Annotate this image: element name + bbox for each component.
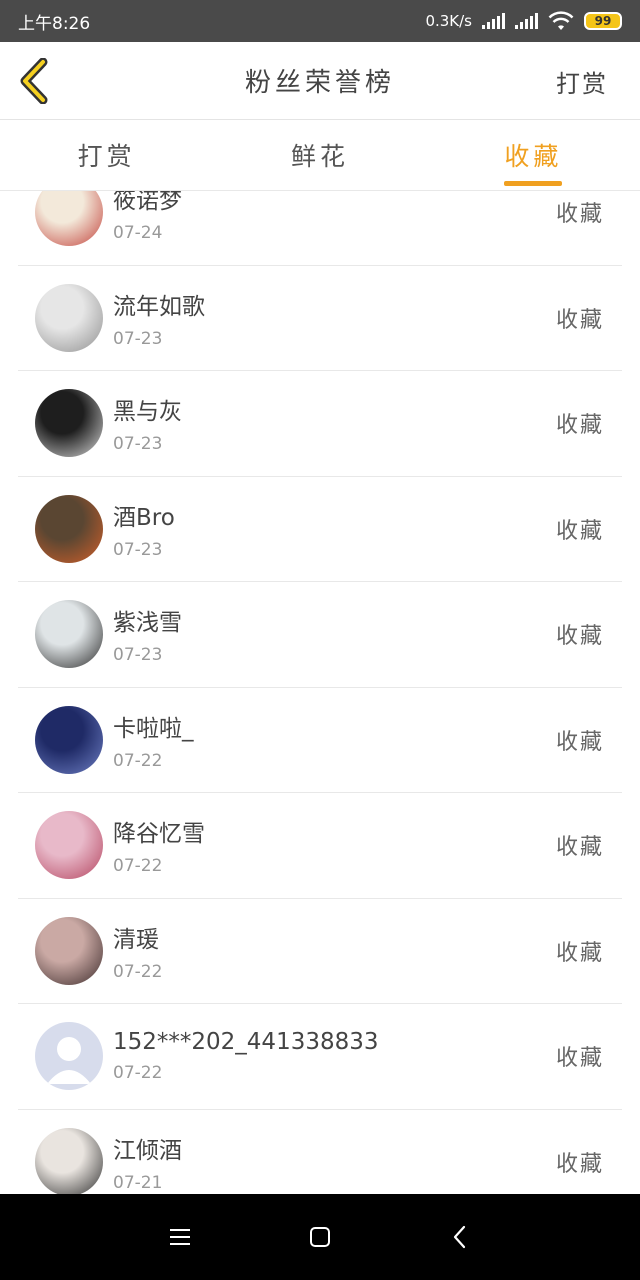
avatar[interactable] (35, 283, 103, 352)
tab-reward[interactable]: 打赏 (0, 120, 213, 190)
user-info: 降谷忆雪 07-22 (113, 814, 556, 876)
date: 07-22 (113, 856, 163, 877)
user-name: 清瑗 (113, 926, 159, 953)
status-time: 上午8:26 (18, 13, 91, 34)
app-header: 粉丝荣誉榜 打赏 (0, 42, 640, 120)
home-square-icon (310, 1227, 330, 1247)
reward-button[interactable]: 打赏 (556, 64, 608, 99)
list-item[interactable]: 紫浅雪 07-23 收藏 (18, 582, 622, 688)
back-arrow-icon (453, 1225, 466, 1249)
user-info: 酒Bro 07-23 (113, 498, 556, 560)
user-name: 152***202_441338833 (113, 1029, 379, 1056)
avatar[interactable] (35, 705, 103, 774)
list-item[interactable]: 江倾酒 07-21 收藏 (18, 1110, 622, 1194)
list-item[interactable]: 流年如歌 07-23 收藏 (18, 266, 622, 371)
list-item[interactable]: 降谷忆雪 07-22 收藏 (18, 793, 622, 899)
user-name: 降谷忆雪 (113, 821, 205, 848)
date: 07-22 (113, 750, 163, 771)
avatar[interactable] (35, 916, 103, 985)
system-nav-bar (0, 1194, 640, 1280)
avatar[interactable] (35, 811, 103, 880)
wifi-icon (548, 11, 574, 30)
list-item[interactable]: 酒Bro 07-23 收藏 (18, 477, 622, 582)
signal-icon-2 (515, 13, 538, 29)
user-info: 卡啦啦_ 07-22 (113, 709, 556, 771)
back-button[interactable] (14, 56, 54, 106)
user-info: 流年如歌 07-23 (113, 287, 556, 349)
tab-flowers[interactable]: 鲜花 (213, 120, 426, 190)
favorite-label: 收藏 (555, 1151, 604, 1177)
battery-icon: 99 (584, 12, 622, 30)
list-item[interactable]: 黑与灰 07-23 收藏 (18, 371, 622, 477)
favorite-label: 收藏 (555, 518, 604, 544)
favorite-label: 收藏 (555, 940, 604, 966)
avatar[interactable] (35, 494, 103, 563)
date: 07-23 (113, 434, 163, 455)
list-item[interactable]: 清瑗 07-22 收藏 (18, 899, 622, 1004)
user-name: 筱诺梦 (113, 191, 182, 215)
signal-icon (482, 13, 505, 29)
list-item[interactable]: 152***202_441338833 07-22 收藏 (18, 1004, 622, 1110)
date: 07-23 (113, 645, 163, 666)
date: 07-22 (113, 961, 163, 982)
user-name: 黑与灰 (113, 399, 182, 426)
user-info: 江倾酒 07-21 (113, 1131, 556, 1193)
date: 07-23 (113, 539, 163, 560)
network-speed: 0.3K/s (425, 12, 472, 30)
user-name: 紫浅雪 (113, 610, 182, 637)
list-item[interactable]: 卡啦啦_ 07-22 收藏 (18, 688, 622, 793)
user-name: 流年如歌 (113, 293, 205, 320)
avatar[interactable] (35, 1022, 103, 1091)
user-info: 清瑗 07-22 (113, 920, 556, 982)
fan-list[interactable]: 筱诺梦 07-24 收藏 流年如歌 07-23 收藏 黑与灰 07-23 收藏 酒Bro 07-23… (0, 191, 640, 1194)
user-name: 酒Bro (113, 504, 175, 531)
date: 07-22 (113, 1063, 163, 1084)
favorite-label: 收藏 (555, 835, 604, 861)
favorite-label: 收藏 (555, 624, 604, 650)
user-info: 152***202_441338833 07-22 (113, 1029, 556, 1083)
avatar[interactable] (35, 600, 103, 669)
list-item[interactable]: 筱诺梦 07-24 收藏 (18, 191, 622, 266)
user-name: 卡啦啦_ (113, 715, 194, 742)
favorite-label: 收藏 (555, 1046, 604, 1072)
user-info: 紫浅雪 07-23 (113, 603, 556, 665)
menu-icon (170, 1229, 190, 1245)
avatar[interactable] (35, 389, 103, 458)
home-button[interactable] (300, 1217, 340, 1257)
avatar[interactable] (35, 1127, 103, 1194)
user-info: 黑与灰 07-23 (113, 392, 556, 454)
status-bar: 上午8:26 0.3K/s 99 (0, 0, 640, 42)
page-title: 粉丝荣誉榜 (244, 68, 395, 98)
date: 07-24 (113, 223, 163, 244)
favorite-label: 收藏 (555, 307, 604, 333)
menu-button[interactable] (160, 1217, 200, 1257)
tab-favorites[interactable]: 收藏 (427, 120, 640, 190)
user-name: 江倾酒 (113, 1137, 182, 1164)
back-nav-button[interactable] (440, 1217, 480, 1257)
avatar[interactable] (35, 191, 103, 247)
favorite-label: 收藏 (555, 413, 604, 439)
favorite-label: 收藏 (555, 202, 604, 228)
date: 07-21 (113, 1172, 163, 1193)
user-info: 筱诺梦 07-24 (113, 191, 556, 243)
favorite-label: 收藏 (555, 729, 604, 755)
status-indicators: 0.3K/s 99 (425, 11, 622, 31)
chevron-left-icon (20, 58, 48, 104)
date: 07-23 (113, 328, 163, 349)
tab-bar: 打赏 鲜花 收藏 (0, 120, 640, 191)
